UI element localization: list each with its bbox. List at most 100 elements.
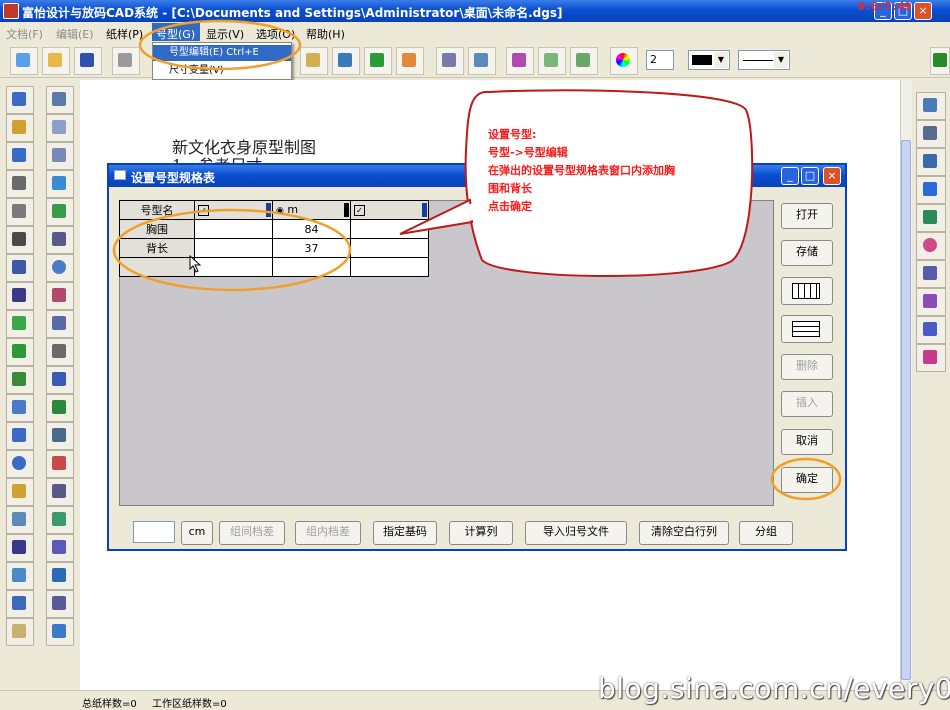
table-cell[interactable]	[194, 238, 273, 258]
sewing-tool[interactable]	[46, 338, 74, 366]
menu-options[interactable]: 选项(O)	[256, 26, 295, 42]
table-cell[interactable]	[350, 219, 429, 239]
new-file-button[interactable]	[10, 47, 38, 75]
save-button[interactable]: 存储	[781, 240, 833, 266]
menu-pattern[interactable]: 纸样(P)	[106, 26, 143, 42]
menu-view[interactable]: 显示(V)	[206, 26, 244, 42]
table-cell[interactable]	[194, 219, 273, 239]
pencil-tool[interactable]	[6, 114, 34, 142]
right-tool-3[interactable]	[916, 148, 946, 176]
shirt-tool[interactable]	[46, 422, 74, 450]
ok-button[interactable]: 确定	[781, 467, 833, 493]
right-tool-9[interactable]	[916, 316, 946, 344]
spiral-tool[interactable]	[6, 450, 34, 478]
dialog-minimize-button[interactable]: _	[781, 167, 799, 185]
table-cell[interactable]	[350, 238, 429, 258]
menu-size[interactable]: 号型(G)	[156, 26, 195, 42]
base-size-button[interactable]: 指定基码	[373, 521, 437, 545]
group-gap-button[interactable]: 组间档差	[219, 521, 285, 545]
marker-tool[interactable]	[6, 310, 34, 338]
body-tool[interactable]	[46, 534, 74, 562]
brush-tool-button[interactable]	[436, 47, 464, 75]
pattern-tool[interactable]	[46, 450, 74, 478]
inner-gap-button[interactable]: 组内档差	[295, 521, 361, 545]
right-tool-7[interactable]	[916, 260, 946, 288]
curve-tool-button[interactable]	[538, 47, 566, 75]
grid-tool-button[interactable]	[332, 47, 360, 75]
col-header-m[interactable]: ◉ m	[272, 200, 351, 220]
link-tool[interactable]	[6, 226, 34, 254]
open-file-button[interactable]	[42, 47, 70, 75]
open-button[interactable]: 打开	[781, 203, 833, 229]
table-cell[interactable]	[350, 257, 429, 277]
cut-tool[interactable]	[6, 534, 34, 562]
pants-tool[interactable]	[46, 590, 74, 618]
paint-tool[interactable]	[46, 506, 74, 534]
dialog-maximize-button[interactable]: □	[801, 167, 819, 185]
right-tool-4[interactable]	[916, 176, 946, 204]
row-name-cell[interactable]	[119, 257, 195, 277]
menu-size-edit[interactable]: 号型编辑(E) Ctrl+E	[153, 45, 291, 61]
export-table-button[interactable]	[781, 315, 833, 343]
col-header-check-1[interactable]: ✓	[194, 200, 273, 220]
right-tool-6[interactable]	[916, 232, 946, 260]
screen-tool[interactable]	[46, 618, 74, 646]
table-cell[interactable]	[194, 257, 273, 277]
curve-point-tool[interactable]	[6, 198, 34, 226]
right-tool-5[interactable]	[916, 204, 946, 232]
extra-tool-button[interactable]	[930, 47, 950, 75]
value-input[interactable]	[133, 521, 175, 543]
measure-tool[interactable]	[46, 226, 74, 254]
star-tool-button[interactable]	[300, 47, 328, 75]
text-tool[interactable]	[6, 618, 34, 646]
dart-tool[interactable]	[46, 198, 74, 226]
menu-help[interactable]: 帮助(H)	[306, 26, 345, 42]
color-wheel-button[interactable]	[610, 47, 638, 75]
bucket-tool[interactable]	[46, 562, 74, 590]
table-cell[interactable]: 84	[272, 219, 351, 239]
scanner-tool-button[interactable]	[468, 47, 496, 75]
cancel-button[interactable]: 取消	[781, 429, 833, 455]
rotate-tool[interactable]	[46, 394, 74, 422]
dots-tool-button[interactable]	[506, 47, 534, 75]
menu-file[interactable]: 文档(F)	[6, 26, 43, 42]
delete-button[interactable]: 删除	[781, 354, 833, 380]
mesh-tool[interactable]	[46, 282, 74, 310]
zipper-tool[interactable]	[6, 590, 34, 618]
unit-button[interactable]: cm	[181, 521, 213, 545]
frame-tool[interactable]	[46, 478, 74, 506]
right-tool-2[interactable]	[916, 120, 946, 148]
stitch-tool[interactable]	[6, 562, 34, 590]
insert-button[interactable]: 插入	[781, 391, 833, 417]
save-file-button[interactable]	[74, 47, 102, 75]
clear-blank-button[interactable]: 清除空白行列	[639, 521, 729, 545]
scrollbar-thumb[interactable]	[901, 140, 911, 680]
rectangle-tool[interactable]	[6, 142, 34, 170]
pentagon-tool-button[interactable]	[364, 47, 392, 75]
right-tool-1[interactable]	[916, 92, 946, 120]
line-color-select[interactable]: ▼	[688, 50, 730, 70]
import-table-button[interactable]	[781, 277, 833, 305]
ruler-tool[interactable]	[6, 170, 34, 198]
adjust-tool[interactable]	[46, 86, 74, 114]
menu-edit[interactable]: 编辑(E)	[56, 26, 94, 42]
house-tool-button[interactable]	[396, 47, 424, 75]
import-file-button[interactable]: 导入归号文件	[525, 521, 627, 545]
pleat-tool[interactable]	[6, 394, 34, 422]
bag-tool[interactable]	[6, 338, 34, 366]
line-style-select[interactable]: ▼	[738, 50, 790, 70]
select-tool[interactable]	[6, 86, 34, 114]
menu-size-variables[interactable]: 尺寸变量(V)	[153, 63, 291, 79]
calc-column-button[interactable]: 计算列	[449, 521, 513, 545]
shape-tool[interactable]	[46, 142, 74, 170]
dialog-close-button[interactable]: ×	[823, 167, 841, 185]
table-cell[interactable]	[272, 257, 351, 277]
close-button[interactable]: ×	[914, 2, 932, 20]
pen-tool-button[interactable]	[112, 47, 140, 75]
fold-tool[interactable]	[46, 310, 74, 338]
mirror-tool[interactable]	[6, 506, 34, 534]
group-button[interactable]: 分组	[739, 521, 793, 545]
button-tool[interactable]	[46, 254, 74, 282]
pocket-tool[interactable]	[46, 114, 74, 142]
table-cell[interactable]: 37	[272, 238, 351, 258]
